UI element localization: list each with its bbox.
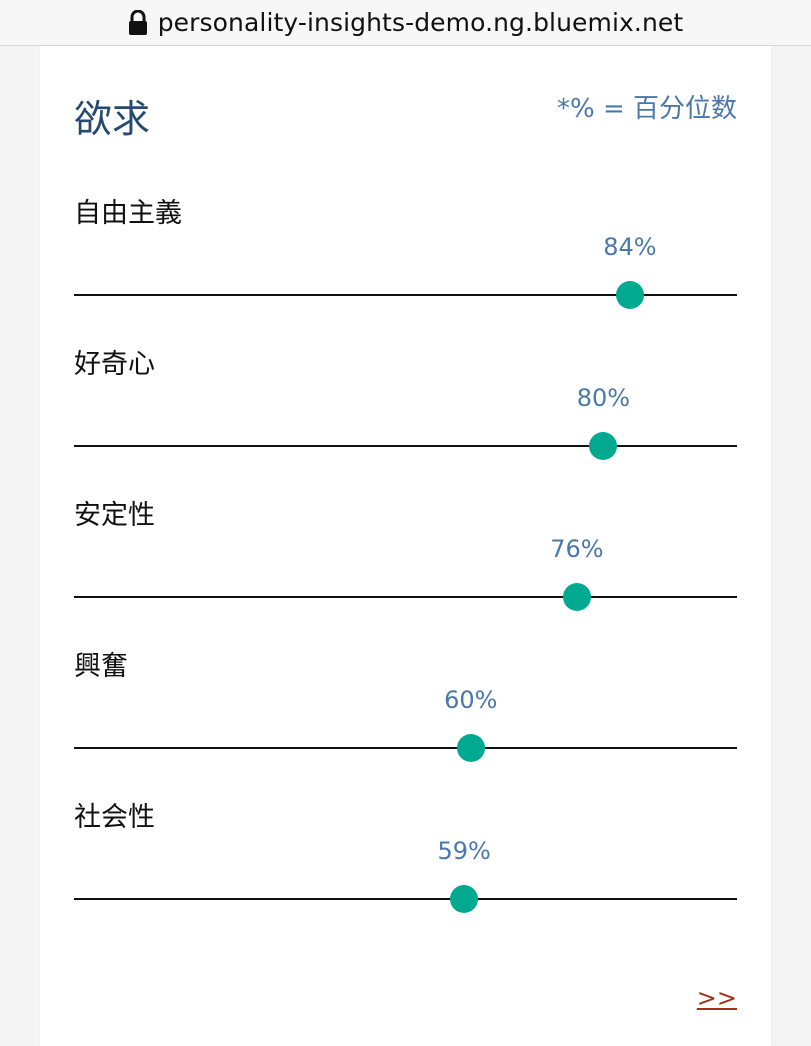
trait-knob xyxy=(589,432,618,460)
trait-value: 76% xyxy=(550,535,604,563)
trait-value: 84% xyxy=(603,233,657,261)
url-text: personality-insights-demo.ng.bluemix.net xyxy=(157,8,684,37)
trait-row-sociality: 社会性 59% xyxy=(74,795,737,935)
trait-name: 安定性 xyxy=(74,500,155,531)
trait-row-curiosity: 好奇心 80% xyxy=(74,342,737,482)
trait-track xyxy=(74,596,737,598)
trait-knob xyxy=(562,583,591,611)
card-title: 欲求 xyxy=(74,97,151,141)
trait-value: 80% xyxy=(576,384,631,412)
browser-address-bar[interactable]: personality-insights-demo.ng.bluemix.net xyxy=(0,0,811,46)
lock-icon xyxy=(128,9,147,35)
trait-name: 興奮 xyxy=(74,651,128,682)
needs-card: 欲求 *% = 百分位数 自由主義 84% 好奇心 80% 安定性 76% 興奮… xyxy=(40,46,771,1046)
trait-value: 59% xyxy=(437,837,491,865)
trait-name: 自由主義 xyxy=(74,198,182,229)
percentile-note: *% = 百分位数 xyxy=(556,94,737,124)
trait-name: 社会性 xyxy=(74,802,155,833)
trait-knob xyxy=(615,281,644,309)
trait-row-liberty: 自由主義 84% xyxy=(74,191,737,331)
trait-track xyxy=(74,898,737,900)
next-page-link[interactable]: >> xyxy=(697,984,737,1012)
trait-track xyxy=(74,747,737,749)
trait-knob xyxy=(450,885,479,913)
trait-value: 60% xyxy=(444,686,498,714)
trait-track xyxy=(74,445,737,447)
trait-name: 好奇心 xyxy=(74,349,155,380)
trait-knob xyxy=(456,734,485,762)
trait-row-excitement: 興奮 60% xyxy=(74,644,737,784)
trait-row-stability: 安定性 76% xyxy=(74,493,737,633)
